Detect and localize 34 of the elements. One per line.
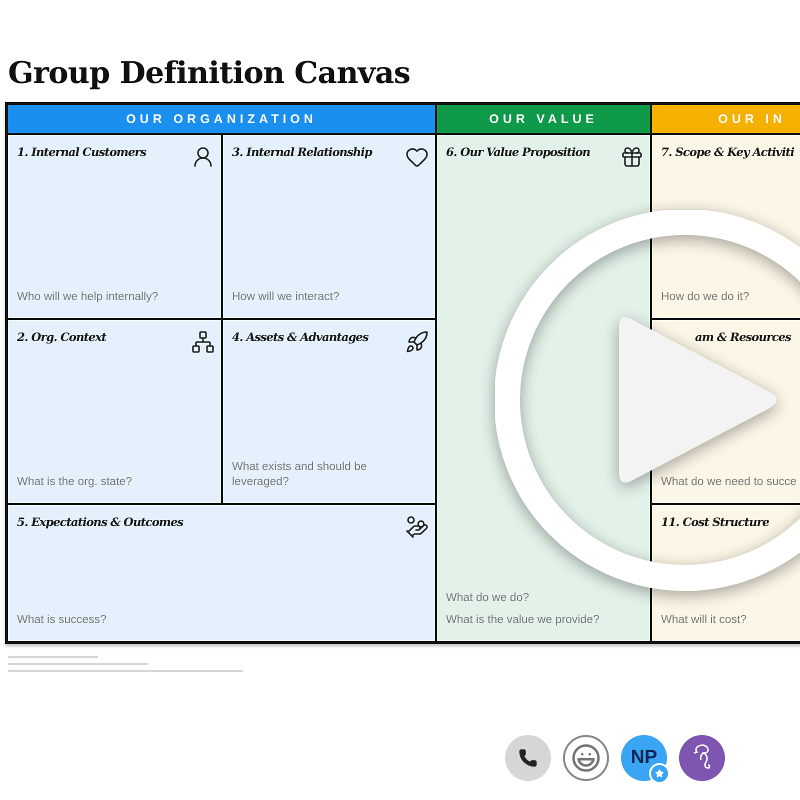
block-prompt: What is the value we provide? xyxy=(446,613,600,628)
section-header: OUR VALUE xyxy=(437,105,650,133)
block-heading: 1. Internal Customers xyxy=(17,145,146,159)
block-prompt: Who will we help internally? xyxy=(17,290,160,306)
person-icon xyxy=(191,145,215,169)
phone-button[interactable] xyxy=(505,735,551,781)
block-prompt: What is the org. state? xyxy=(17,475,134,490)
block-prompt: What is success? xyxy=(17,613,108,628)
block-heading: 3. Internal Relationship xyxy=(232,145,372,159)
phone-icon xyxy=(518,748,538,768)
block-heading: am & Resources xyxy=(695,330,791,344)
hand-coins-icon xyxy=(405,515,429,539)
section-header: OUR IN xyxy=(652,105,800,133)
avatar-initials[interactable]: NP xyxy=(621,735,667,781)
block-heading: 7. Scope & Key Activiti xyxy=(661,145,794,159)
block-heading: 4. Assets & Advantages xyxy=(232,330,368,344)
network-icon xyxy=(191,330,215,354)
block-prompt: What exists and should be leveraged? xyxy=(232,460,368,490)
section-header: OUR ORGANIZATION xyxy=(8,105,435,133)
block-heading: 5. Expectations & Outcomes xyxy=(17,515,184,529)
block-prompt: What will it cost? xyxy=(661,613,748,628)
slide-title: Group Definition Canvas xyxy=(8,55,412,93)
block-heading: 2. Org. Context xyxy=(17,330,106,344)
laughing-face-icon xyxy=(571,743,601,773)
block-heading: 11. Cost Structure xyxy=(661,515,769,529)
gift-icon xyxy=(620,145,644,169)
block-prompt: How do we do it? xyxy=(661,290,750,306)
block-prompt: How will we interact? xyxy=(232,290,340,306)
rocket-icon xyxy=(405,330,429,354)
block-prompt: What do we do? xyxy=(446,590,530,606)
emoji-button[interactable] xyxy=(563,735,609,781)
heart-icon xyxy=(405,145,429,169)
block-heading: 6. Our Value Proposition xyxy=(446,145,590,159)
block-prompt: What do we need to succe xyxy=(661,475,798,490)
